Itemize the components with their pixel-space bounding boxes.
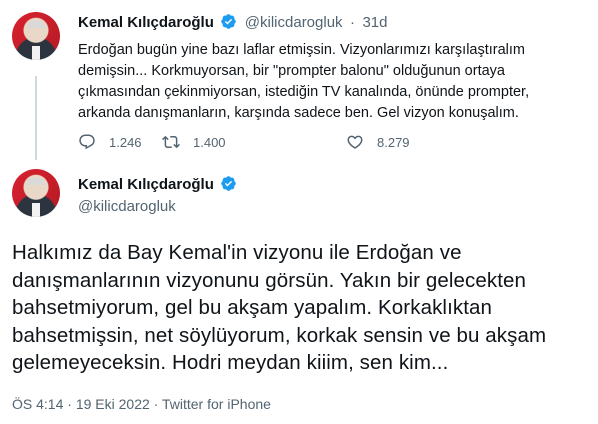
author-name[interactable]: Kemal Kılıçdaroğlu bbox=[78, 176, 214, 193]
tweet2-name-row: Kemal Kılıçdaroğlu bbox=[78, 175, 237, 194]
like-count: 8.279 bbox=[377, 134, 410, 150]
verified-badge-icon bbox=[221, 14, 237, 29]
thread-connector bbox=[35, 76, 37, 160]
tweet1-header: Kemal Kılıçdaroğlu @kilicdarogluk · 31d bbox=[78, 13, 387, 32]
tweet-time[interactable]: 31d bbox=[362, 14, 387, 31]
separator-dot: · bbox=[153, 396, 159, 412]
avatar[interactable] bbox=[12, 169, 60, 217]
tweet-source[interactable]: Twitter for iPhone bbox=[162, 396, 271, 412]
tweet1-text: Erdoğan bugün yine bazı laflar etmişsin.… bbox=[78, 42, 530, 121]
author-handle[interactable]: @kilicdarogluk bbox=[78, 198, 176, 215]
tweet-date[interactable]: 19 Eki 2022 bbox=[76, 396, 150, 412]
separator-dot: · bbox=[350, 14, 355, 31]
like-icon bbox=[347, 135, 363, 149]
retweet-count: 1.400 bbox=[193, 134, 226, 150]
retweet-icon bbox=[162, 135, 180, 149]
tweet2-text: Halkımız da Bay Kemal'in vizyonu ile Erd… bbox=[12, 241, 547, 374]
tweet2-meta: ÖS 4:14 · 19 Eki 2022 · Twitter for iPho… bbox=[12, 396, 271, 412]
verified-badge-icon bbox=[221, 176, 237, 191]
reply-button[interactable]: 1.246 bbox=[78, 133, 142, 151]
reply-icon bbox=[79, 134, 95, 150]
retweet-button[interactable]: 1.400 bbox=[162, 133, 226, 151]
reply-count: 1.246 bbox=[109, 134, 142, 150]
tweet-time[interactable]: ÖS 4:14 bbox=[12, 396, 63, 412]
author-handle[interactable]: @kilicdarogluk bbox=[245, 14, 343, 31]
author-name[interactable]: Kemal Kılıçdaroğlu bbox=[78, 14, 214, 31]
avatar[interactable] bbox=[12, 12, 60, 60]
like-button[interactable]: 8.279 bbox=[346, 133, 410, 151]
separator-dot: · bbox=[67, 396, 72, 412]
